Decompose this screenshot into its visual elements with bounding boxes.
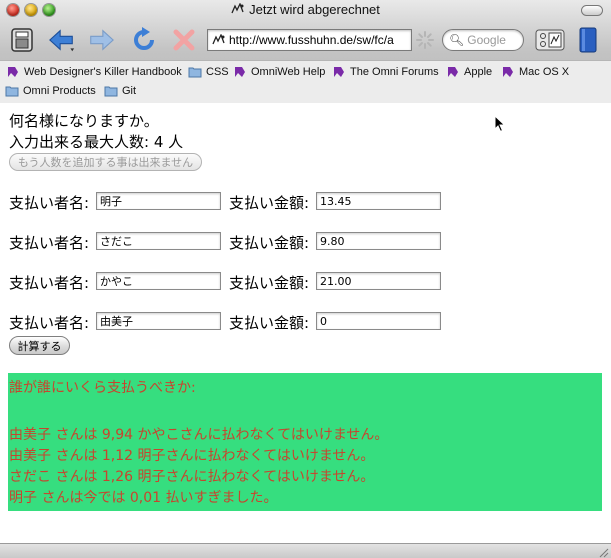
payment-row: 支払い者名: 支払い金額:: [9, 311, 449, 333]
payment-amount-label: 支払い金額:: [229, 194, 310, 212]
bookmark-icon: [8, 67, 18, 77]
result-panel: 誰が誰にいくら支払うべきか: 由美子 さんは 9,94 かやこさんに払わなくては…: [8, 373, 602, 511]
bookmark-icon: [334, 67, 344, 77]
site-favicon-icon: [231, 3, 244, 14]
folder-icon: [104, 86, 118, 97]
result-line: 由美子 さんは 9,94 かやこさんに払わなくてはいけません。: [9, 427, 389, 443]
reload-icon[interactable]: [130, 26, 158, 54]
bookmark-label: Mac OS X: [519, 66, 570, 78]
search-placeholder: Google: [467, 33, 506, 47]
toolbar-toggle-button[interactable]: [581, 5, 603, 16]
mouse-pointer-icon: [494, 115, 506, 133]
bookmark-item-git[interactable]: Git: [104, 83, 136, 99]
add-person-button[interactable]: もう人数を追加する事は出来ません: [9, 153, 202, 171]
payment-row: 支払い者名: 支払い金額:: [9, 271, 449, 293]
forward-arrow-icon[interactable]: [87, 26, 115, 54]
resize-grip-icon[interactable]: [597, 546, 609, 558]
bookmark-icon: [235, 67, 245, 77]
bookmark-item-omni-products[interactable]: Omni Products: [5, 83, 96, 99]
payer-name-label: 支払い者名:: [9, 274, 90, 292]
payment-amount-label: 支払い金額:: [229, 274, 310, 292]
bookmark-item-css[interactable]: CSS: [188, 64, 229, 80]
payment-amount-input[interactable]: [316, 192, 441, 210]
result-line: 由美子 さんは 1,12 明子さんに払わなくてはいけません。: [9, 448, 375, 464]
payer-name-input[interactable]: [96, 272, 221, 290]
payer-name-input[interactable]: [96, 312, 221, 330]
payer-name-input[interactable]: [96, 232, 221, 250]
bookmark-label: OmniWeb Help: [251, 66, 326, 78]
browser-window: Jetzt wird abgerechnet http://www.fusshu…: [0, 0, 611, 558]
bookmark-item-mac-os-x[interactable]: Mac OS X: [501, 64, 569, 80]
site-preferences-icon[interactable]: [534, 26, 566, 54]
window-title-bar: Jetzt wird abgerechnet: [0, 2, 611, 17]
bookmark-label: Omni Products: [23, 85, 96, 97]
payer-name-label: 支払い者名:: [9, 314, 90, 332]
bookmark-icon: [448, 67, 458, 77]
payer-name-label: 支払い者名:: [9, 194, 90, 212]
back-arrow-icon[interactable]: [48, 26, 76, 54]
status-bar: [0, 543, 611, 558]
payment-row: 支払い者名: 支払い金額:: [9, 231, 449, 253]
result-line: 明子 さんは今では 0,01 払いすぎました。: [9, 490, 278, 506]
address-bar[interactable]: http://www.fusshuhn.de/sw/fc/a: [207, 29, 412, 51]
bookmark-label: The Omni Forums: [350, 66, 439, 78]
folder-icon: [5, 86, 19, 97]
address-url: http://www.fusshuhn.de/sw/fc/a: [229, 33, 394, 47]
page-content: 何名様になりますか。 入力出来る最大人数: 4 人 もう人数を追加する事は出来ま…: [0, 103, 611, 543]
workspace-drawer-icon[interactable]: [8, 26, 36, 54]
stop-icon[interactable]: [170, 26, 198, 54]
payment-amount-input[interactable]: [316, 272, 441, 290]
search-field[interactable]: 🔍︎ Google: [442, 29, 524, 51]
people-question: 何名様になりますか。: [9, 112, 159, 130]
address-favicon-icon: [212, 34, 225, 45]
payer-name-label: 支払い者名:: [9, 234, 90, 252]
max-people-label: 入力出来る最大人数: 4 人: [9, 133, 184, 151]
bookmark-item-the-omni-forums[interactable]: The Omni Forums: [332, 64, 439, 80]
bookmarks-bar: Web Designer's Killer Handbook CSS OmniW…: [0, 60, 611, 104]
bookmark-label: Web Designer's Killer Handbook: [24, 66, 182, 78]
result-heading: 誰が誰にいくら支払うべきか:: [9, 380, 196, 396]
search-icon: 🔍︎: [449, 33, 465, 47]
payment-amount-input[interactable]: [316, 232, 441, 250]
payer-name-input[interactable]: [96, 192, 221, 210]
bookmark-icon: [503, 67, 513, 77]
payment-amount-input[interactable]: [316, 312, 441, 330]
payment-amount-label: 支払い金額:: [229, 234, 310, 252]
result-line: さだこ さんは 1,26 明子さんに払わなくてはいけません。: [9, 469, 375, 485]
bookmark-item-omniweb-help[interactable]: OmniWeb Help: [233, 64, 325, 80]
payment-row: 支払い者名: 支払い金額:: [9, 191, 449, 213]
bookmark-label: Apple: [464, 66, 493, 78]
payment-amount-label: 支払い金額:: [229, 314, 310, 332]
bookmark-item-apple[interactable]: Apple: [446, 64, 492, 80]
bookmark-label: Git: [122, 85, 137, 97]
bookmark-item-web-designers-killer-handbook[interactable]: Web Designer's Killer Handbook: [6, 64, 182, 80]
bookmark-label: CSS: [206, 66, 229, 78]
bookmarks-book-icon[interactable]: [574, 26, 602, 54]
window-title: Jetzt wird abgerechnet: [249, 2, 380, 17]
loading-spinner-icon: [416, 31, 434, 49]
folder-icon: [188, 67, 202, 78]
calculate-button[interactable]: 計算する: [9, 336, 70, 355]
